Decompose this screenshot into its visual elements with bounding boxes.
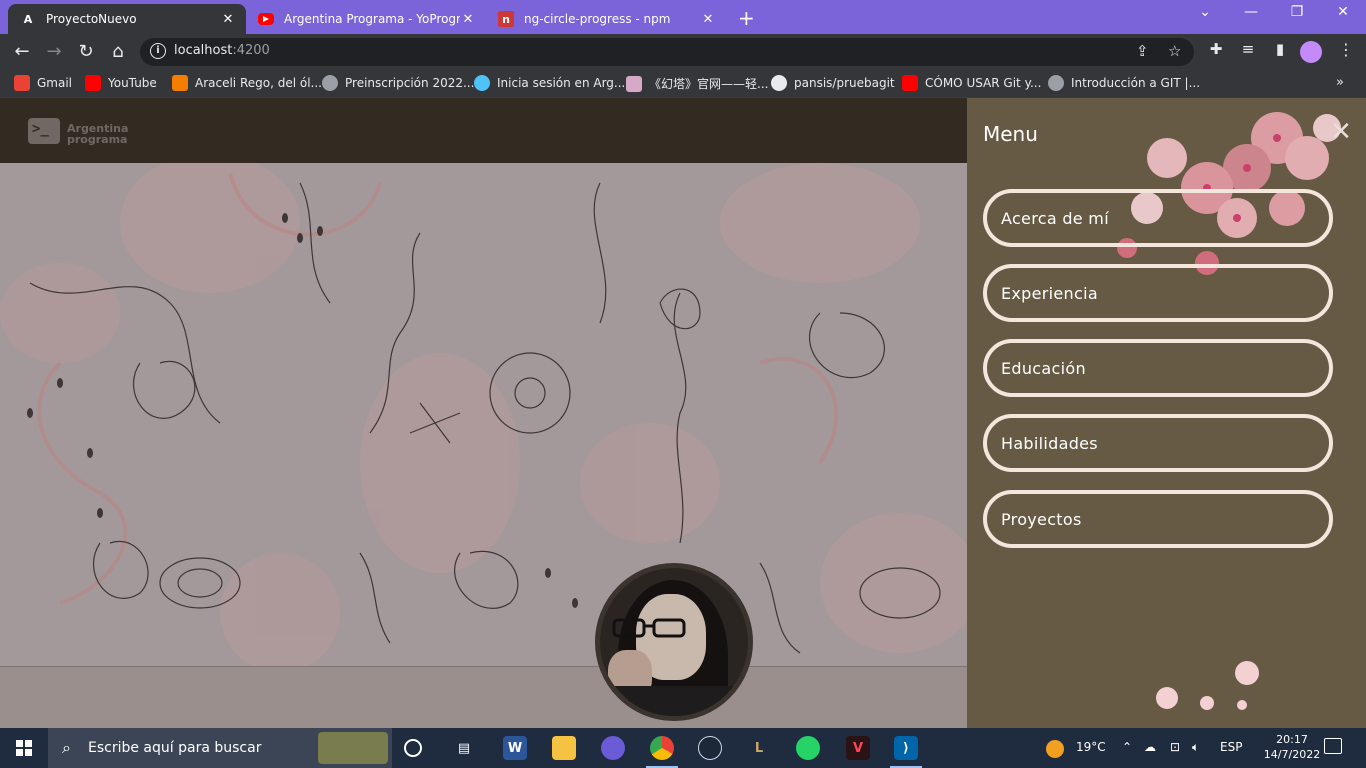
- side-navigation-menu: Menu ✕ Acerca de mí Experiencia Educació…: [967, 98, 1366, 728]
- whatsapp-icon[interactable]: [796, 736, 820, 760]
- npm-icon: n: [498, 11, 514, 27]
- bookmark-introduccion-git[interactable]: Introducción a GIT |...: [1048, 75, 1200, 91]
- discord-icon[interactable]: [601, 736, 625, 760]
- search-placeholder: Escribe aquí para buscar: [88, 740, 262, 756]
- tab-title: Argentina Programa - YoProgramo: [284, 12, 460, 26]
- chrome-icon[interactable]: [646, 736, 678, 768]
- argentina-programa-logo[interactable]: Argentina programa: [67, 123, 128, 145]
- side-panel-icon[interactable]: ▮: [1268, 40, 1292, 58]
- eye-icon: [474, 75, 490, 91]
- tab-argentina-programa[interactable]: Argentina Programa - YoProgramo ✕: [246, 4, 486, 34]
- network-icon[interactable]: ⊡: [1170, 740, 1180, 754]
- new-tab-icon[interactable]: +: [738, 6, 755, 30]
- minimize-icon[interactable]: —: [1228, 4, 1274, 20]
- site-header: >_ Argentina programa: [0, 98, 967, 163]
- menu-item-habilidades[interactable]: Habilidades: [983, 414, 1333, 472]
- angular-icon: A: [23, 12, 33, 26]
- more-bookmarks-icon[interactable]: »: [1336, 75, 1344, 90]
- close-window-icon[interactable]: ✕: [1320, 4, 1366, 20]
- task-view-icon[interactable]: ▤: [452, 736, 476, 760]
- profile-photo: [595, 563, 753, 721]
- bookmark-youtube[interactable]: YouTube: [85, 75, 157, 91]
- youtube-icon: [85, 75, 101, 91]
- windows-taskbar: ⌕ Escribe aquí para buscar ▤ W L V ⟩ 19°…: [0, 728, 1366, 768]
- browser-toolbar: ← → ↻ ⌂ i localhost:4200 ⇪ ☆ ✚ ≡ ▮: [0, 34, 1366, 70]
- bookmark-gmail[interactable]: Gmail: [14, 75, 72, 91]
- bookmark-github[interactable]: pansis/pruebagit: [771, 75, 895, 91]
- tab-title: ng-circle-progress - npm: [524, 12, 671, 26]
- close-tab-icon[interactable]: ✕: [460, 12, 476, 27]
- tab-proyectonuevo[interactable]: A ProyectoNuevo ✕: [8, 4, 246, 34]
- github-icon: [771, 75, 787, 91]
- volume-icon[interactable]: 🔈︎: [1192, 740, 1199, 755]
- address-bar[interactable]: i localhost:4200 ⇪ ☆: [140, 38, 1194, 66]
- site-icon: [322, 75, 338, 91]
- floral-pattern-illustration: [0, 163, 967, 666]
- bookmarks-bar: Gmail YouTube Araceli Rego, del ól... Pr…: [0, 70, 1366, 98]
- browser-menu-icon[interactable]: ⋮: [1338, 40, 1354, 59]
- profile-avatar-icon[interactable]: [1300, 41, 1322, 63]
- menu-item-acerca-de-mi[interactable]: Acerca de mí: [983, 189, 1333, 247]
- forward-icon[interactable]: →: [42, 40, 66, 64]
- terminal-logo-icon[interactable]: >_: [28, 118, 60, 144]
- input-language[interactable]: ESP: [1220, 740, 1242, 754]
- home-icon[interactable]: ⌂: [106, 40, 130, 64]
- bookmark-tower-of-fantasy[interactable]: 《幻塔》官网——轻...: [626, 75, 768, 92]
- show-hidden-icons[interactable]: ⌃: [1122, 740, 1132, 754]
- menu-item-educacion[interactable]: Educación: [983, 339, 1333, 397]
- url-text: localhost:4200: [174, 43, 270, 58]
- back-icon[interactable]: ←: [10, 40, 34, 64]
- bookmark-star-icon[interactable]: ☆: [1168, 42, 1181, 60]
- close-tab-icon[interactable]: ✕: [220, 12, 236, 27]
- windows-start-icon[interactable]: [16, 740, 32, 756]
- weather-sun-icon[interactable]: [1046, 740, 1064, 758]
- file-explorer-icon[interactable]: [552, 736, 576, 760]
- onedrive-error-icon[interactable]: ☁: [1144, 740, 1156, 754]
- close-tab-icon[interactable]: ✕: [700, 12, 716, 27]
- bookmark-blogger[interactable]: Araceli Rego, del ól...: [172, 75, 322, 91]
- close-menu-icon[interactable]: ✕: [1329, 119, 1353, 145]
- bookmark-inicia-sesion[interactable]: Inicia sesión en Arg...: [474, 75, 625, 91]
- search-icon: ⌕: [62, 738, 71, 757]
- site-info-icon[interactable]: i: [150, 43, 166, 59]
- reload-icon[interactable]: ↻: [74, 40, 98, 64]
- web-page: >_ Argentina programa Menu ✕ Acerca de m…: [0, 98, 1366, 728]
- blogger-icon: [172, 75, 188, 91]
- bookmark-como-usar-git[interactable]: CÓMO USAR Git y...: [902, 75, 1041, 91]
- menu-title: Menu: [983, 122, 1038, 146]
- steam-icon[interactable]: [698, 736, 722, 760]
- cherry-blossom-decoration-bottom: [1156, 661, 1259, 710]
- weather-temperature[interactable]: 19°C: [1076, 740, 1106, 754]
- floral-banner-image: [0, 163, 967, 666]
- tab-ng-circle-progress[interactable]: n ng-circle-progress - npm ✕: [486, 4, 726, 34]
- menu-item-proyectos[interactable]: Proyectos: [983, 490, 1333, 548]
- game-icon: [626, 75, 642, 92]
- bookmark-preinscripcion[interactable]: Preinscripción 2022...: [322, 75, 474, 91]
- youtube-icon: [258, 13, 274, 25]
- page-lower-section: [0, 666, 967, 728]
- browser-tab-strip: A ProyectoNuevo ✕ Argentina Programa - Y…: [0, 0, 1366, 34]
- search-highlight-illustration: [318, 732, 388, 764]
- taskbar-clock[interactable]: 20:17 14/7/2022: [1262, 732, 1322, 762]
- gmail-icon: [14, 75, 30, 91]
- vscode-icon[interactable]: ⟩: [890, 736, 922, 768]
- valorant-icon[interactable]: V: [846, 736, 870, 760]
- menu-item-experiencia[interactable]: Experiencia: [983, 264, 1333, 322]
- media-queue-icon[interactable]: ≡: [1236, 40, 1260, 58]
- globe-icon: [1048, 75, 1064, 91]
- tab-title: ProyectoNuevo: [46, 12, 137, 26]
- restore-icon[interactable]: ❐: [1274, 4, 1320, 20]
- extensions-icon[interactable]: ✚: [1204, 40, 1228, 58]
- cortana-icon[interactable]: [404, 739, 422, 757]
- notification-center-icon[interactable]: [1324, 738, 1342, 754]
- league-of-legends-icon[interactable]: L: [747, 736, 771, 760]
- word-icon[interactable]: W: [503, 736, 527, 760]
- taskbar-search-box[interactable]: ⌕ Escribe aquí para buscar: [48, 728, 392, 768]
- share-icon[interactable]: ⇪: [1136, 42, 1149, 60]
- tab-search-icon[interactable]: ⌄: [1182, 4, 1228, 20]
- youtube-icon: [902, 75, 918, 91]
